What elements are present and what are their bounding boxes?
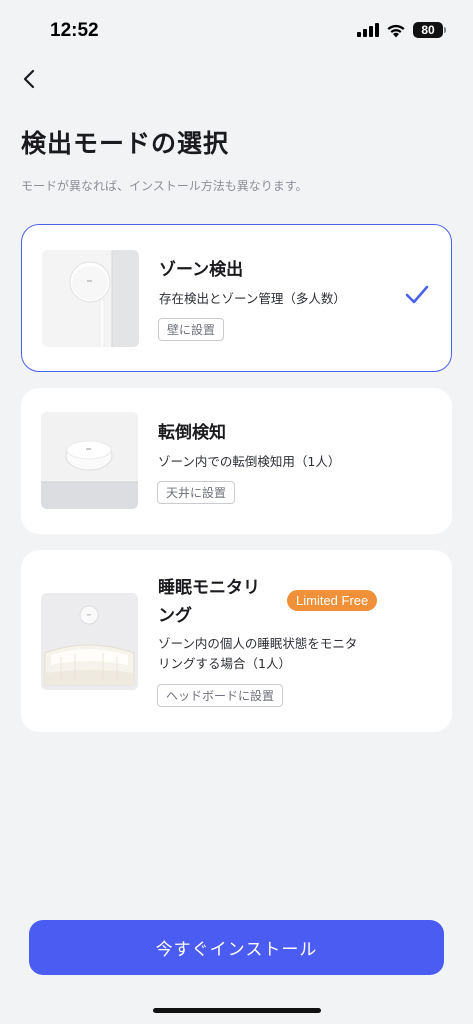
status-time: 12:52: [50, 20, 99, 41]
home-indicator: [153, 1008, 321, 1013]
mount-tag: 壁に設置: [158, 318, 225, 341]
mode-title: 転倒検知: [158, 423, 226, 443]
mode-description: 存在検出とゾーン管理（多人数）: [159, 291, 346, 306]
chevron-left-icon: [23, 69, 35, 89]
mode-card-sleep-monitoring[interactable]: 睡眠モニタリ ング Limited Free ゾーン内の個人の睡眠状態をモニタ …: [21, 550, 452, 732]
mode-title-line1: 睡眠モニタリ: [158, 578, 260, 598]
mode-title-line2: ング: [158, 606, 192, 626]
battery-icon: 80: [413, 22, 446, 38]
ceiling-sensor-image: [41, 412, 138, 509]
page-title: 検出モードの選択: [21, 129, 230, 158]
mode-title: ゾーン検出: [159, 260, 244, 280]
mount-tag: ヘッドボードに設置: [157, 684, 284, 707]
mount-tag: 天井に設置: [157, 481, 236, 504]
cellular-signal-icon: [357, 23, 379, 37]
mode-description-line1: ゾーン内の個人の睡眠状態をモニタ: [158, 636, 358, 651]
mode-description: ゾーン内での転倒検知用（1人）: [158, 454, 341, 469]
install-now-button[interactable]: 今すぐインストール: [29, 920, 444, 975]
mode-description-line2: リングする場合（1人）: [158, 656, 291, 671]
mode-card-fall-detection[interactable]: 転倒検知 ゾーン内での転倒検知用（1人） 天井に設置: [21, 388, 452, 534]
check-icon: [405, 285, 429, 304]
headboard-sensor-image: [41, 593, 138, 690]
mode-card-zone-detection[interactable]: ゾーン検出 存在検出とゾーン管理（多人数） 壁に設置: [21, 224, 452, 372]
status-bar: 12:52 80: [0, 0, 473, 60]
status-icons: 80: [357, 22, 446, 38]
wifi-icon: [387, 24, 405, 37]
page-subtitle: モードが異なれば、インストール方法も異なります。: [21, 179, 308, 193]
zone-sensor-image: [42, 250, 139, 347]
battery-level: 80: [421, 23, 435, 37]
back-button[interactable]: [16, 64, 46, 94]
limited-free-badge: Limited Free: [287, 590, 378, 611]
